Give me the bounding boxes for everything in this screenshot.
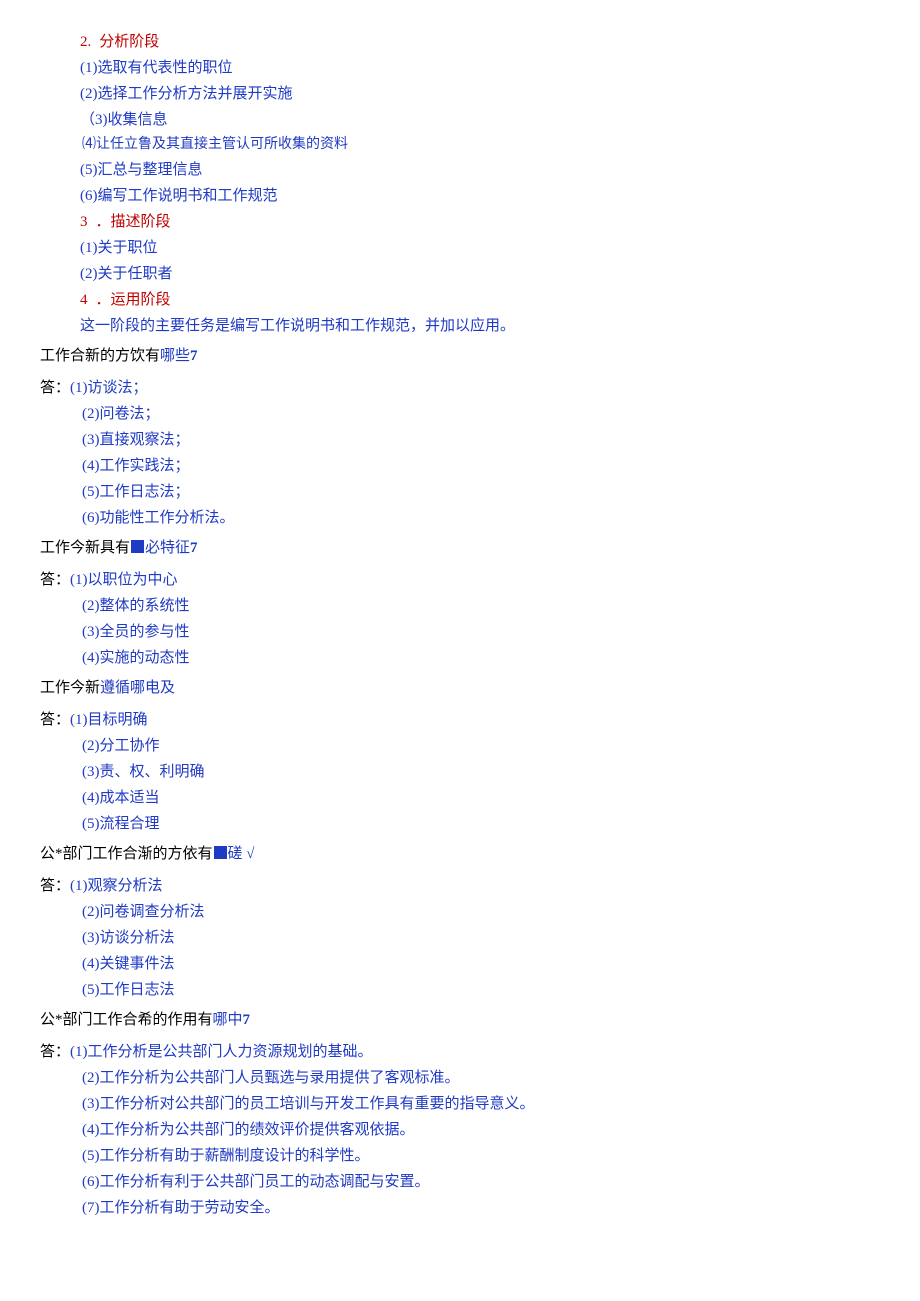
question-3: 工作今新遵循哪电及 bbox=[40, 676, 880, 700]
answer-text: (2)问卷法； bbox=[82, 402, 880, 426]
answer-text: (3)访谈分析法 bbox=[82, 926, 880, 950]
answer-label: 答： bbox=[40, 1044, 70, 1060]
heading-num: 4 bbox=[80, 292, 88, 308]
heading-phase-2: 2. 分析阶段 bbox=[80, 30, 880, 54]
list-item: (1)关于职位 bbox=[80, 236, 880, 260]
heading-phase-3: 3 ．描述阶段 bbox=[80, 210, 880, 234]
answer-row: 答：(1)以职位为中心 bbox=[40, 568, 880, 592]
answer-text: (1)观察分析法 bbox=[70, 878, 163, 894]
question-blue: 哪些 bbox=[160, 348, 190, 364]
square-icon bbox=[214, 846, 227, 859]
question-blue: 必特征 bbox=[145, 540, 190, 556]
heading-title: ．运用阶段 bbox=[96, 292, 171, 308]
question-blue: 哪中 bbox=[213, 1012, 243, 1028]
question-blue: 遵循哪电及 bbox=[100, 680, 175, 696]
question-5: 公*部门工作合希的作用有哪中7 bbox=[40, 1008, 880, 1032]
heading-title: ．描述阶段 bbox=[96, 214, 171, 230]
question-1: 工作合新的方饮有哪些7 bbox=[40, 344, 880, 368]
list-item: (2)关于任职者 bbox=[80, 262, 880, 286]
check-icon: √ bbox=[246, 846, 254, 862]
paragraph: 这一阶段的主要任务是编写工作说明书和工作规范，并加以应用。 bbox=[80, 314, 880, 338]
question-num: 7 bbox=[190, 540, 198, 556]
list-item: (5)汇总与整理信息 bbox=[80, 158, 880, 182]
answer-row: 答：(1)访谈法； bbox=[40, 376, 880, 400]
list-item: （3)收集信息 bbox=[80, 108, 880, 132]
list-item: (1)选取有代表性的职位 bbox=[80, 56, 880, 80]
question-text: 公*部门工作合渐的方依有 bbox=[40, 846, 213, 862]
answer-text: (2)整体的系统性 bbox=[82, 594, 880, 618]
answer-row: 答：(1)观察分析法 bbox=[40, 874, 880, 898]
question-text: 公*部门工作合希的作用有 bbox=[40, 1012, 213, 1028]
question-blue: 磋 bbox=[228, 846, 243, 862]
question-num: 7 bbox=[243, 1012, 251, 1028]
answer-text: (5)工作日志法； bbox=[82, 480, 880, 504]
answer-text: (6)工作分析有利于公共部门员工的动态调配与安置。 bbox=[82, 1170, 880, 1194]
list-item: (2)选择工作分析方法并展开实施 bbox=[80, 82, 880, 106]
answer-text: (2)分工协作 bbox=[82, 734, 880, 758]
answer-text: (7)工作分析有助于劳动安全。 bbox=[82, 1196, 880, 1220]
heading-num: 2. bbox=[80, 34, 91, 50]
question-text: 工作今新具有 bbox=[40, 540, 130, 556]
answer-text: (5)流程合理 bbox=[82, 812, 880, 836]
answer-label: 答： bbox=[40, 380, 70, 396]
answer-text: (1)工作分析是公共部门人力资源规划的基础。 bbox=[70, 1044, 373, 1060]
answer-text: (3)工作分析对公共部门的员工培训与开发工作具有重要的指导意义。 bbox=[82, 1092, 880, 1116]
answer-text: (4)成本适当 bbox=[82, 786, 880, 810]
answer-text: (6)功能性工作分析法。 bbox=[82, 506, 880, 530]
answer-text: (3)全员的参与性 bbox=[82, 620, 880, 644]
answer-text: (5)工作日志法 bbox=[82, 978, 880, 1002]
answer-text: (3)直接观察法； bbox=[82, 428, 880, 452]
question-text: 工作合新的方饮有 bbox=[40, 348, 160, 364]
question-num: 7 bbox=[190, 348, 198, 364]
square-icon bbox=[131, 540, 144, 553]
answer-text: (5)工作分析有助于薪酬制度设计的科学性。 bbox=[82, 1144, 880, 1168]
answer-text: (1)以职位为中心 bbox=[70, 572, 178, 588]
answer-text: (4)实施的动态性 bbox=[82, 646, 880, 670]
answer-text: (1)目标明确 bbox=[70, 712, 148, 728]
answer-text: (4)关键事件法 bbox=[82, 952, 880, 976]
answer-text: (3)责、权、利明确 bbox=[82, 760, 880, 784]
list-item: (6)编写工作说明书和工作规范 bbox=[80, 184, 880, 208]
answer-label: 答： bbox=[40, 712, 70, 728]
answer-text: (2)问卷调查分析法 bbox=[82, 900, 880, 924]
answer-row: 答：(1)工作分析是公共部门人力资源规划的基础。 bbox=[40, 1040, 880, 1064]
heading-title: 分析阶段 bbox=[99, 34, 159, 50]
answer-text: (4)工作分析为公共部门的绩效评价提供客观依据。 bbox=[82, 1118, 880, 1142]
question-text: 工作今新 bbox=[40, 680, 100, 696]
answer-text: (4)工作实践法； bbox=[82, 454, 880, 478]
question-2: 工作今新具有必特征7 bbox=[40, 536, 880, 560]
heading-num: 3 bbox=[80, 214, 88, 230]
answer-row: 答：(1)目标明确 bbox=[40, 708, 880, 732]
question-4: 公*部门工作合渐的方依有磋 √ bbox=[40, 842, 880, 866]
answer-label: 答： bbox=[40, 572, 70, 588]
answer-text: (2)工作分析为公共部门人员甄选与录用提供了客观标准。 bbox=[82, 1066, 880, 1090]
answer-label: 答： bbox=[40, 878, 70, 894]
list-item: ⑷让任立鲁及其直接主管认可所收集的资料 bbox=[82, 134, 880, 156]
answer-text: (1)访谈法； bbox=[70, 380, 148, 396]
heading-phase-4: 4 ．运用阶段 bbox=[80, 288, 880, 312]
